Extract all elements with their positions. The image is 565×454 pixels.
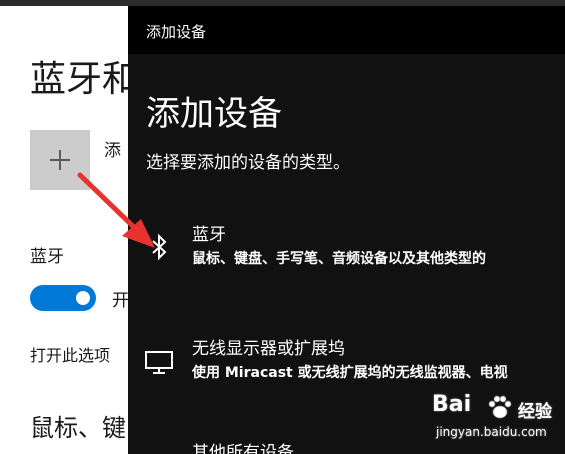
toggle-knob — [76, 291, 90, 305]
option-description: 使用 Miracast 或无线扩展坞的无线监视器、电视 — [192, 365, 508, 381]
add-device-label: 添 — [104, 141, 121, 161]
paw-icon — [488, 395, 512, 419]
dialog-heading: 添加设备 — [146, 94, 282, 134]
monitor-icon — [145, 351, 173, 374]
dialog-titlebar-text: 添加设备 — [146, 23, 207, 41]
device-option-bluetooth[interactable]: 蓝牙 鼠标、键盘、手写笔、音频设备以及其他类型的 — [128, 212, 565, 284]
page-title: 蓝牙和 — [30, 59, 139, 100]
option-title: 无线显示器或扩展坞 — [192, 339, 345, 359]
toggle-state-label: 开 — [112, 291, 129, 311]
bluetooth-toggle[interactable] — [30, 285, 96, 311]
option-description: 鼠标、键盘、手写笔、音频设备以及其他类型的 — [192, 251, 486, 267]
dialog-instruction: 选择要添加的设备的类型。 — [146, 153, 350, 173]
watermark-url: jingyan.baidu.com — [436, 425, 547, 439]
bluetooth-settings-page: 蓝牙和 添 蓝牙 开 打开此选项 鼠标、键 — [0, 6, 138, 454]
section-heading: 鼠标、键 — [30, 414, 126, 442]
option-title: 其他所有设备 — [192, 443, 294, 454]
baidu-watermark: Bai 经验 jingyan.baidu.com — [422, 392, 562, 448]
hint-text: 打开此选项 — [30, 346, 111, 365]
watermark-logo: Bai — [432, 392, 472, 417]
bluetooth-label: 蓝牙 — [30, 247, 64, 267]
option-title: 蓝牙 — [192, 225, 226, 245]
bluetooth-icon — [152, 233, 167, 261]
dialog-titlebar[interactable]: 添加设备 — [128, 6, 565, 54]
add-device-button[interactable] — [30, 130, 90, 190]
add-device-dialog: 添加设备 添加设备 选择要添加的设备的类型。 蓝牙 鼠标、键盘、手写笔、音频设备… — [128, 6, 565, 454]
device-option-wireless-display[interactable]: 无线显示器或扩展坞 使用 Miracast 或无线扩展坞的无线监视器、电视 — [128, 326, 565, 398]
watermark-text: 经验 — [518, 402, 552, 422]
